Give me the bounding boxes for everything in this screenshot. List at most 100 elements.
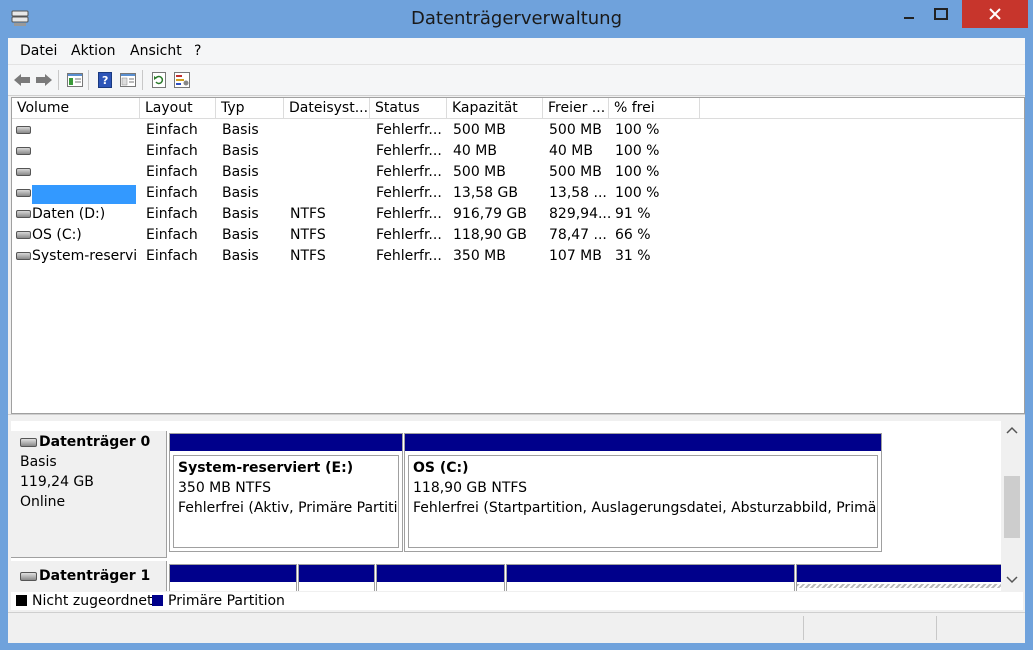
volume-type: Basis bbox=[222, 248, 259, 264]
partition-status: Fehlerfrei (Aktiv, Primäre Partition bbox=[178, 500, 399, 516]
disk-1-partition-selected[interactable] bbox=[796, 564, 1001, 591]
volume-disk-icon bbox=[16, 126, 31, 134]
scroll-down-icon[interactable] bbox=[1006, 576, 1018, 584]
partition-body: OS (C:) 118,90 GB NTFS Fehlerfrei (Start… bbox=[408, 455, 878, 548]
help-icon: ? bbox=[98, 72, 112, 88]
volume-free: 829,94... bbox=[549, 206, 612, 222]
volume-pct: 31 % bbox=[615, 248, 651, 264]
disk-1-partition[interactable] bbox=[376, 564, 505, 591]
close-button[interactable] bbox=[962, 0, 1028, 28]
volume-pct: 100 % bbox=[615, 122, 660, 138]
column-header-filesystem[interactable]: Dateisyst... bbox=[284, 98, 370, 119]
volume-free: 40 MB bbox=[549, 143, 593, 159]
scrollbar-thumb[interactable] bbox=[1004, 476, 1020, 538]
partition-name: OS (C:) bbox=[413, 460, 469, 476]
console-tree-icon bbox=[67, 73, 83, 87]
help-button[interactable]: ? bbox=[95, 70, 115, 90]
volume-type: Basis bbox=[222, 122, 259, 138]
close-icon bbox=[989, 8, 1001, 20]
disk-0-label[interactable]: Datenträger 0 Basis 119,24 GB Online bbox=[11, 431, 167, 558]
column-header-capacity[interactable]: Kapazität bbox=[447, 98, 543, 119]
menu-ansicht[interactable]: Ansicht bbox=[130, 43, 182, 59]
column-header-status[interactable]: Status bbox=[370, 98, 447, 119]
volume-type: Basis bbox=[222, 227, 259, 243]
disk-1-title: Datenträger 1 bbox=[39, 568, 151, 584]
primary-partition-bar bbox=[377, 565, 504, 582]
disk-1-partition[interactable] bbox=[506, 564, 795, 591]
volume-status: Fehlerfr... bbox=[376, 227, 442, 243]
title-bar[interactable]: Datenträgerverwaltung bbox=[0, 0, 1033, 38]
volume-type: Basis bbox=[222, 164, 259, 180]
maximize-button[interactable] bbox=[918, 0, 964, 28]
volume-disk-icon bbox=[16, 147, 31, 155]
disk-icon bbox=[20, 438, 37, 447]
partition-name: System-reserviert (E:) bbox=[178, 460, 354, 476]
volume-disk-icon bbox=[16, 168, 31, 176]
console-tree-button[interactable] bbox=[65, 70, 85, 90]
volume-fs: NTFS bbox=[290, 248, 326, 264]
volume-disk-icon bbox=[16, 189, 31, 197]
primary-partition-swatch bbox=[152, 595, 163, 606]
volume-name bbox=[32, 141, 138, 162]
refresh-icon bbox=[152, 72, 166, 88]
volume-row[interactable]: Einfach Basis Fehlerfr... 40 MB 40 MB 100 % bbox=[12, 141, 1024, 162]
column-header-percent-free[interactable]: % frei bbox=[609, 98, 700, 119]
volume-row[interactable]: Einfach Basis Fehlerfr... 13,58 GB 13,58 ...… bbox=[12, 183, 1024, 204]
volume-status: Fehlerfr... bbox=[376, 248, 442, 264]
partition-os-c[interactable]: OS (C:) 118,90 GB NTFS Fehlerfrei (Start… bbox=[404, 433, 882, 552]
volume-free: 500 MB bbox=[549, 122, 602, 138]
refresh-button[interactable] bbox=[149, 70, 169, 90]
volume-list[interactable]: Volume Layout Typ Dateisyst... Status Ka… bbox=[11, 97, 1025, 414]
partition-size: 350 MB NTFS bbox=[178, 480, 272, 496]
volume-free: 13,58 ... bbox=[549, 185, 607, 201]
disk-0-type: Basis bbox=[20, 454, 57, 470]
volume-row[interactable]: Einfach Basis Fehlerfr... 500 MB 500 MB 100 % bbox=[12, 162, 1024, 183]
legend-primary: Primäre Partition bbox=[168, 593, 285, 609]
volume-free: 78,47 ... bbox=[549, 227, 607, 243]
disk-graphical-view: Datenträger 0 Basis 119,24 GB Online Sys… bbox=[11, 421, 1001, 591]
column-header-type[interactable]: Typ bbox=[216, 98, 284, 119]
volume-name bbox=[32, 162, 138, 183]
column-header-layout[interactable]: Layout bbox=[140, 98, 216, 119]
properties-button[interactable] bbox=[118, 70, 138, 90]
volume-name: System-reservi... bbox=[32, 248, 138, 264]
settings-button[interactable] bbox=[172, 70, 192, 90]
selection-hatch bbox=[797, 584, 1001, 588]
volume-name bbox=[32, 183, 138, 204]
partition-size: 118,90 GB NTFS bbox=[413, 480, 528, 496]
back-icon bbox=[14, 74, 30, 86]
disk-1-label[interactable]: Datenträger 1 bbox=[11, 561, 167, 591]
back-button[interactable] bbox=[12, 70, 32, 90]
volume-row[interactable]: System-reservi... Einfach Basis NTFS Fehlerf… bbox=[12, 246, 1024, 267]
menu-datei[interactable]: Datei bbox=[20, 43, 57, 59]
forward-icon bbox=[36, 74, 52, 86]
volume-row[interactable]: Einfach Basis Fehlerfr... 500 MB 500 MB 100 % bbox=[12, 120, 1024, 141]
volume-capacity: 500 MB bbox=[453, 122, 506, 138]
menu-aktion[interactable]: Aktion bbox=[71, 43, 116, 59]
pane-splitter[interactable] bbox=[8, 414, 1025, 421]
disk-1-partition[interactable] bbox=[298, 564, 375, 591]
svg-text:?: ? bbox=[102, 74, 108, 87]
scroll-up-icon[interactable] bbox=[1006, 426, 1018, 434]
partition-system-reserved[interactable]: System-reserviert (E:) 350 MB NTFS Fehle… bbox=[169, 433, 403, 552]
menu-help[interactable]: ? bbox=[194, 43, 201, 59]
status-separator bbox=[936, 616, 937, 640]
column-header-volume[interactable]: Volume bbox=[12, 98, 140, 119]
volume-disk-icon bbox=[16, 252, 31, 260]
graphical-view-scrollbar[interactable] bbox=[1001, 421, 1023, 591]
disk-0-title: Datenträger 0 bbox=[39, 434, 151, 450]
volume-pct: 91 % bbox=[615, 206, 651, 222]
volume-row[interactable]: OS (C:) Einfach Basis NTFS Fehlerfr... 118,90… bbox=[12, 225, 1024, 246]
volume-row[interactable]: Daten (D:) Einfach Basis NTFS Fehlerfr... 916… bbox=[12, 204, 1024, 225]
primary-partition-bar bbox=[797, 565, 1001, 582]
properties-icon bbox=[120, 73, 136, 87]
legend: Nicht zugeordnet Primäre Partition bbox=[11, 592, 1023, 610]
forward-button[interactable] bbox=[34, 70, 54, 90]
window-title: Datenträgerverwaltung bbox=[411, 8, 622, 29]
maximize-icon bbox=[934, 8, 948, 20]
status-separator bbox=[803, 616, 804, 640]
volume-layout: Einfach bbox=[146, 185, 198, 201]
disk-1-partition[interactable] bbox=[169, 564, 297, 591]
column-header-free-space[interactable]: Freier ... bbox=[543, 98, 609, 119]
partition-status: Fehlerfrei (Startpartition, Auslagerungs… bbox=[413, 500, 878, 516]
